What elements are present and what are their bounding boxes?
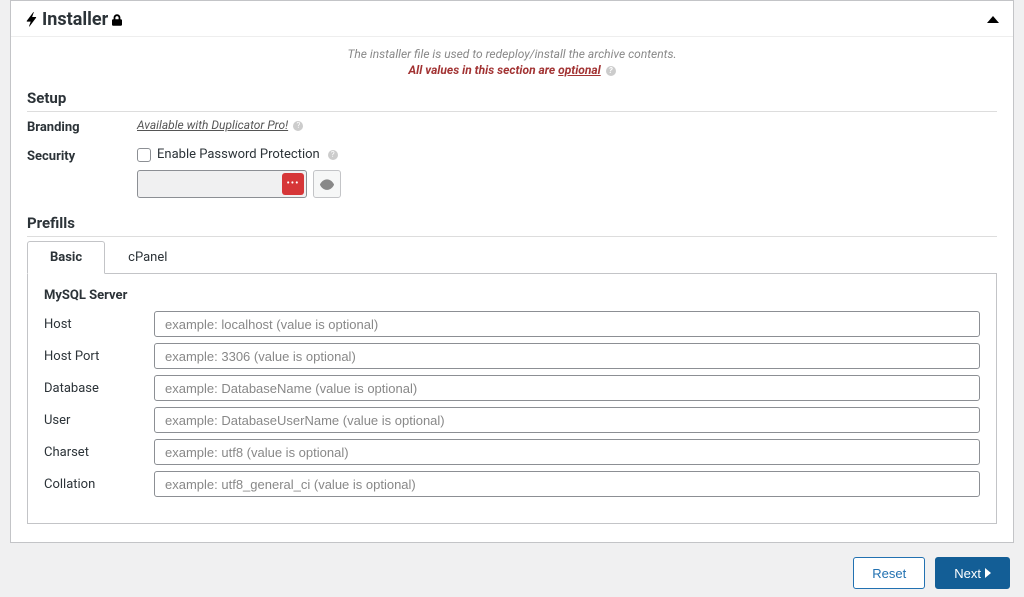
password-input-wrap: •••	[137, 170, 307, 198]
prefills-heading: Prefills	[27, 210, 997, 237]
enable-password-label: Enable Password Protection	[157, 147, 320, 162]
panel-body: The installer file is used to redeploy/i…	[11, 37, 1013, 542]
help-icon[interactable]: ?	[328, 150, 338, 160]
branding-row: Branding Available with Duplicator Pro! …	[27, 112, 997, 141]
mysql-heading: MySQL Server	[44, 288, 980, 303]
branding-pro-link[interactable]: Available with Duplicator Pro!	[137, 118, 288, 132]
label-collation: Collation	[44, 477, 154, 492]
collapse-caret-icon[interactable]	[987, 16, 999, 23]
input-charset[interactable]	[154, 439, 980, 465]
security-row: Security Enable Password Protection ? ••…	[27, 141, 997, 204]
tab-content-basic: MySQL Server Host Host Port Database Use…	[27, 274, 997, 524]
chevron-right-icon	[985, 568, 991, 578]
row-collation: Collation	[44, 471, 980, 497]
help-icon[interactable]: ?	[606, 66, 616, 76]
panel-header[interactable]: Installer	[11, 1, 1013, 37]
help-icon[interactable]: ?	[293, 121, 303, 131]
reset-button[interactable]: Reset	[853, 557, 925, 589]
input-host[interactable]	[154, 311, 980, 337]
next-button[interactable]: Next	[935, 557, 1010, 589]
next-button-label: Next	[954, 566, 981, 581]
label-database: Database	[44, 381, 154, 396]
tab-basic[interactable]: Basic	[27, 241, 105, 274]
prefills-tabs: Basic cPanel	[27, 241, 997, 274]
dots-icon: •••	[286, 179, 299, 189]
password-toggle-visibility-button[interactable]	[313, 170, 341, 198]
installer-panel: Installer The installer file is used to …	[10, 0, 1014, 543]
lock-icon	[112, 14, 122, 26]
row-host: Host	[44, 311, 980, 337]
label-user: User	[44, 413, 154, 428]
label-host-port: Host Port	[44, 349, 154, 364]
info-text-2-emphasis: optional	[558, 63, 601, 77]
tab-cpanel[interactable]: cPanel	[105, 241, 190, 274]
branding-value-wrap: Available with Duplicator Pro! ?	[137, 118, 997, 133]
label-host: Host	[44, 317, 154, 332]
enable-password-checkbox[interactable]	[137, 148, 151, 162]
info-text-1: The installer file is used to redeploy/i…	[27, 47, 997, 61]
branding-label: Branding	[27, 118, 137, 135]
panel-title: Installer	[42, 9, 108, 30]
password-generate-button[interactable]: •••	[282, 173, 304, 195]
bolt-icon	[25, 12, 38, 28]
footer-actions: Reset Next	[0, 543, 1024, 597]
row-host-port: Host Port	[44, 343, 980, 369]
input-user[interactable]	[154, 407, 980, 433]
input-host-port[interactable]	[154, 343, 980, 369]
security-value-wrap: Enable Password Protection ? •••	[137, 147, 997, 198]
panel-title-wrap: Installer	[25, 9, 122, 30]
label-charset: Charset	[44, 445, 154, 460]
setup-heading: Setup	[27, 85, 997, 112]
security-label: Security	[27, 147, 137, 164]
input-database[interactable]	[154, 375, 980, 401]
row-database: Database	[44, 375, 980, 401]
eye-icon	[320, 177, 334, 191]
row-user: User	[44, 407, 980, 433]
input-collation[interactable]	[154, 471, 980, 497]
info-text-2: All values in this section are optional …	[27, 63, 997, 77]
row-charset: Charset	[44, 439, 980, 465]
info-text-2-prefix: All values in this section are	[408, 63, 558, 77]
